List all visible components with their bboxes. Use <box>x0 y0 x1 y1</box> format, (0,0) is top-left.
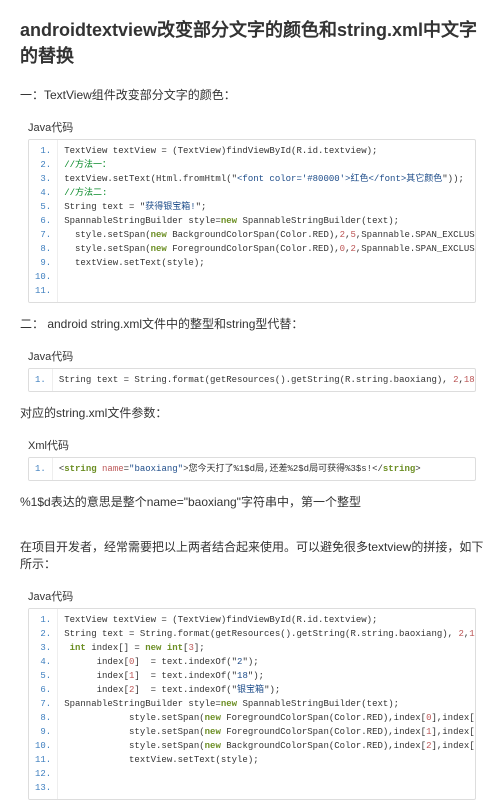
code-line: index[1] = text.indexOf("18"); <box>64 669 469 683</box>
code-lines: <string name="baoxiang">您今天打了%1$d局,还差%2$… <box>53 458 475 480</box>
code-line: style.setSpan(new ForegroundColorSpan(Co… <box>64 725 469 739</box>
code-block-2: 1. String text = String.format(getResour… <box>28 368 476 392</box>
code-block-1: 1.2.3.4.5.6.7.8.9.10.11. TextView textVi… <box>28 139 476 303</box>
code-line: TextView textView = (TextView)findViewBy… <box>64 144 469 158</box>
code-label-java-2: Java代码 <box>0 340 504 368</box>
code-line: index[0] = text.indexOf("2"); <box>64 655 469 669</box>
code-line: String text = "获得银宝箱!"; <box>64 200 469 214</box>
code-line: int index[] = new int[3]; <box>64 641 469 655</box>
code-line: style.setSpan(new ForegroundColorSpan(Co… <box>64 711 469 725</box>
gutter: 1. <box>29 458 53 480</box>
code-line: style.setSpan(new BackgroundColorSpan(Co… <box>64 739 469 753</box>
code-label-xml: Xml代码 <box>0 429 504 457</box>
section-three: 对应的string.xml文件参数： <box>0 400 504 425</box>
section-four: %1$d表达的意思是整个name="baoxiang"字符串中，第一个整型 <box>0 489 504 514</box>
code-line: textView.setText(Html.fromHtml("<font co… <box>64 172 469 186</box>
code-line: //方法一： <box>64 158 469 172</box>
code-line: textView.setText(style); <box>64 256 469 270</box>
page-title: androidtextview改变部分文字的颜色和string.xml中文字的替… <box>0 0 504 76</box>
code-lines: TextView textView = (TextView)findViewBy… <box>58 609 475 799</box>
code-block-3: 1. <string name="baoxiang">您今天打了%1$d局,还差… <box>28 457 476 481</box>
code-line: //方法二: <box>64 186 469 200</box>
code-line: TextView textView = (TextView)findViewBy… <box>64 613 469 627</box>
code-block-4: 1.2.3.4.5.6.7.8.9.10.11.12.13. TextView … <box>28 608 476 800</box>
code-line: String text = String.format(getResources… <box>59 373 469 387</box>
gutter: 1.2.3.4.5.6.7.8.9.10.11. <box>29 140 58 302</box>
section-one: 一：TextView组件改变部分文字的颜色： <box>0 82 504 107</box>
code-line: <string name="baoxiang">您今天打了%1$d局,还差%2$… <box>59 462 469 476</box>
code-lines: TextView textView = (TextView)findViewBy… <box>58 140 475 302</box>
code-line: index[2] = text.indexOf("银宝箱"); <box>64 683 469 697</box>
code-line: style.setSpan(new ForegroundColorSpan(Co… <box>64 242 469 256</box>
code-line: textView.setText(style); <box>64 753 469 767</box>
code-line: String text = String.format(getResources… <box>64 627 469 641</box>
code-line: SpannableStringBuilder style=new Spannab… <box>64 214 469 228</box>
code-line: SpannableStringBuilder style=new Spannab… <box>64 697 469 711</box>
code-label-java-3: Java代码 <box>0 580 504 608</box>
code-line: style.setSpan(new BackgroundColorSpan(Co… <box>64 228 469 242</box>
code-lines: String text = String.format(getResources… <box>53 369 475 391</box>
gutter: 1.2.3.4.5.6.7.8.9.10.11.12.13. <box>29 609 58 799</box>
code-label-java-1: Java代码 <box>0 111 504 139</box>
gutter: 1. <box>29 369 53 391</box>
section-five: 在项目开发者，经常需要把以上两者结合起来使用。可以避免很多textview的拼接… <box>0 534 504 576</box>
section-two: 二： android string.xml文件中的整型和string型代替： <box>0 311 504 336</box>
